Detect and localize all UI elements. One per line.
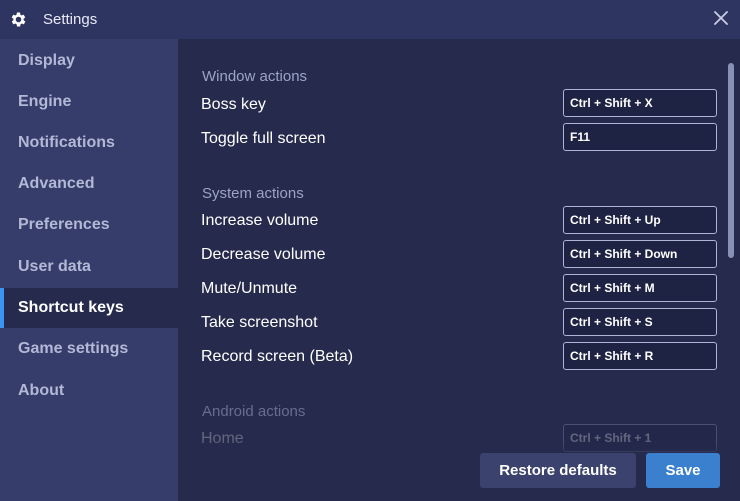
close-button[interactable] xyxy=(708,7,734,33)
save-button[interactable]: Save xyxy=(646,453,720,488)
sidebar-item-label: Advanced xyxy=(18,175,95,192)
gear-icon xyxy=(9,10,28,29)
sidebar-item-label: Preferences xyxy=(18,216,110,233)
sidebar-item-display[interactable]: Display xyxy=(0,41,178,81)
shortcut-label-record-screen: Record screen (Beta) xyxy=(201,348,354,365)
sidebar-item-engine[interactable]: Engine xyxy=(0,82,178,122)
sidebar-item-shortcut-keys[interactable]: Shortcut keys xyxy=(0,288,178,328)
shortcut-keys-panel: Window actions Boss key Ctrl + Shift + X… xyxy=(178,39,740,501)
shortcut-input-take-screenshot[interactable]: Ctrl + Shift + S xyxy=(563,308,717,336)
sidebar-item-label: Display xyxy=(18,52,75,69)
shortcut-label-boss-key: Boss key xyxy=(201,96,266,113)
sidebar-item-label: Engine xyxy=(18,93,72,110)
sidebar-item-game-settings[interactable]: Game settings xyxy=(0,329,178,369)
sidebar-item-label: Notifications xyxy=(18,134,115,151)
sidebar-item-advanced[interactable]: Advanced xyxy=(0,164,178,204)
section-title-system-actions: System actions xyxy=(202,185,304,202)
shortcut-label-toggle-full-screen: Toggle full screen xyxy=(201,130,326,147)
footer: Restore defaults Save xyxy=(178,439,740,501)
scrollbar-thumb[interactable] xyxy=(728,63,734,258)
title-bar: Settings xyxy=(0,0,740,39)
sidebar-item-about[interactable]: About xyxy=(0,371,178,411)
sidebar: Display Engine Notifications Advanced Pr… xyxy=(0,39,178,501)
sidebar-item-user-data[interactable]: User data xyxy=(0,247,178,287)
shortcut-input-mute-unmute[interactable]: Ctrl + Shift + M xyxy=(563,274,717,302)
shortcut-label-increase-volume: Increase volume xyxy=(201,212,319,229)
shortcut-label-decrease-volume: Decrease volume xyxy=(201,246,326,263)
shortcut-input-increase-volume[interactable]: Ctrl + Shift + Up xyxy=(563,206,717,234)
close-icon xyxy=(714,10,728,30)
sidebar-item-label: About xyxy=(18,382,65,399)
section-title-window-actions: Window actions xyxy=(202,68,308,85)
shortcut-label-mute-unmute: Mute/Unmute xyxy=(201,280,298,297)
restore-defaults-button[interactable]: Restore defaults xyxy=(480,453,636,488)
shortcut-input-record-screen[interactable]: Ctrl + Shift + R xyxy=(563,342,717,370)
shortcut-input-boss-key[interactable]: Ctrl + Shift + X xyxy=(563,89,717,117)
shortcut-input-toggle-full-screen[interactable]: F11 xyxy=(563,123,717,151)
sidebar-item-label: Game settings xyxy=(18,340,129,357)
sidebar-item-notifications[interactable]: Notifications xyxy=(0,123,178,163)
shortcut-input-decrease-volume[interactable]: Ctrl + Shift + Down xyxy=(563,240,717,268)
sidebar-item-label: Shortcut keys xyxy=(18,299,124,316)
sidebar-item-label: User data xyxy=(18,258,91,275)
shortcut-label-take-screenshot: Take screenshot xyxy=(201,314,318,331)
sidebar-item-preferences[interactable]: Preferences xyxy=(0,205,178,245)
window-title: Settings xyxy=(43,11,98,28)
section-title-android-actions: Android actions xyxy=(202,403,306,420)
